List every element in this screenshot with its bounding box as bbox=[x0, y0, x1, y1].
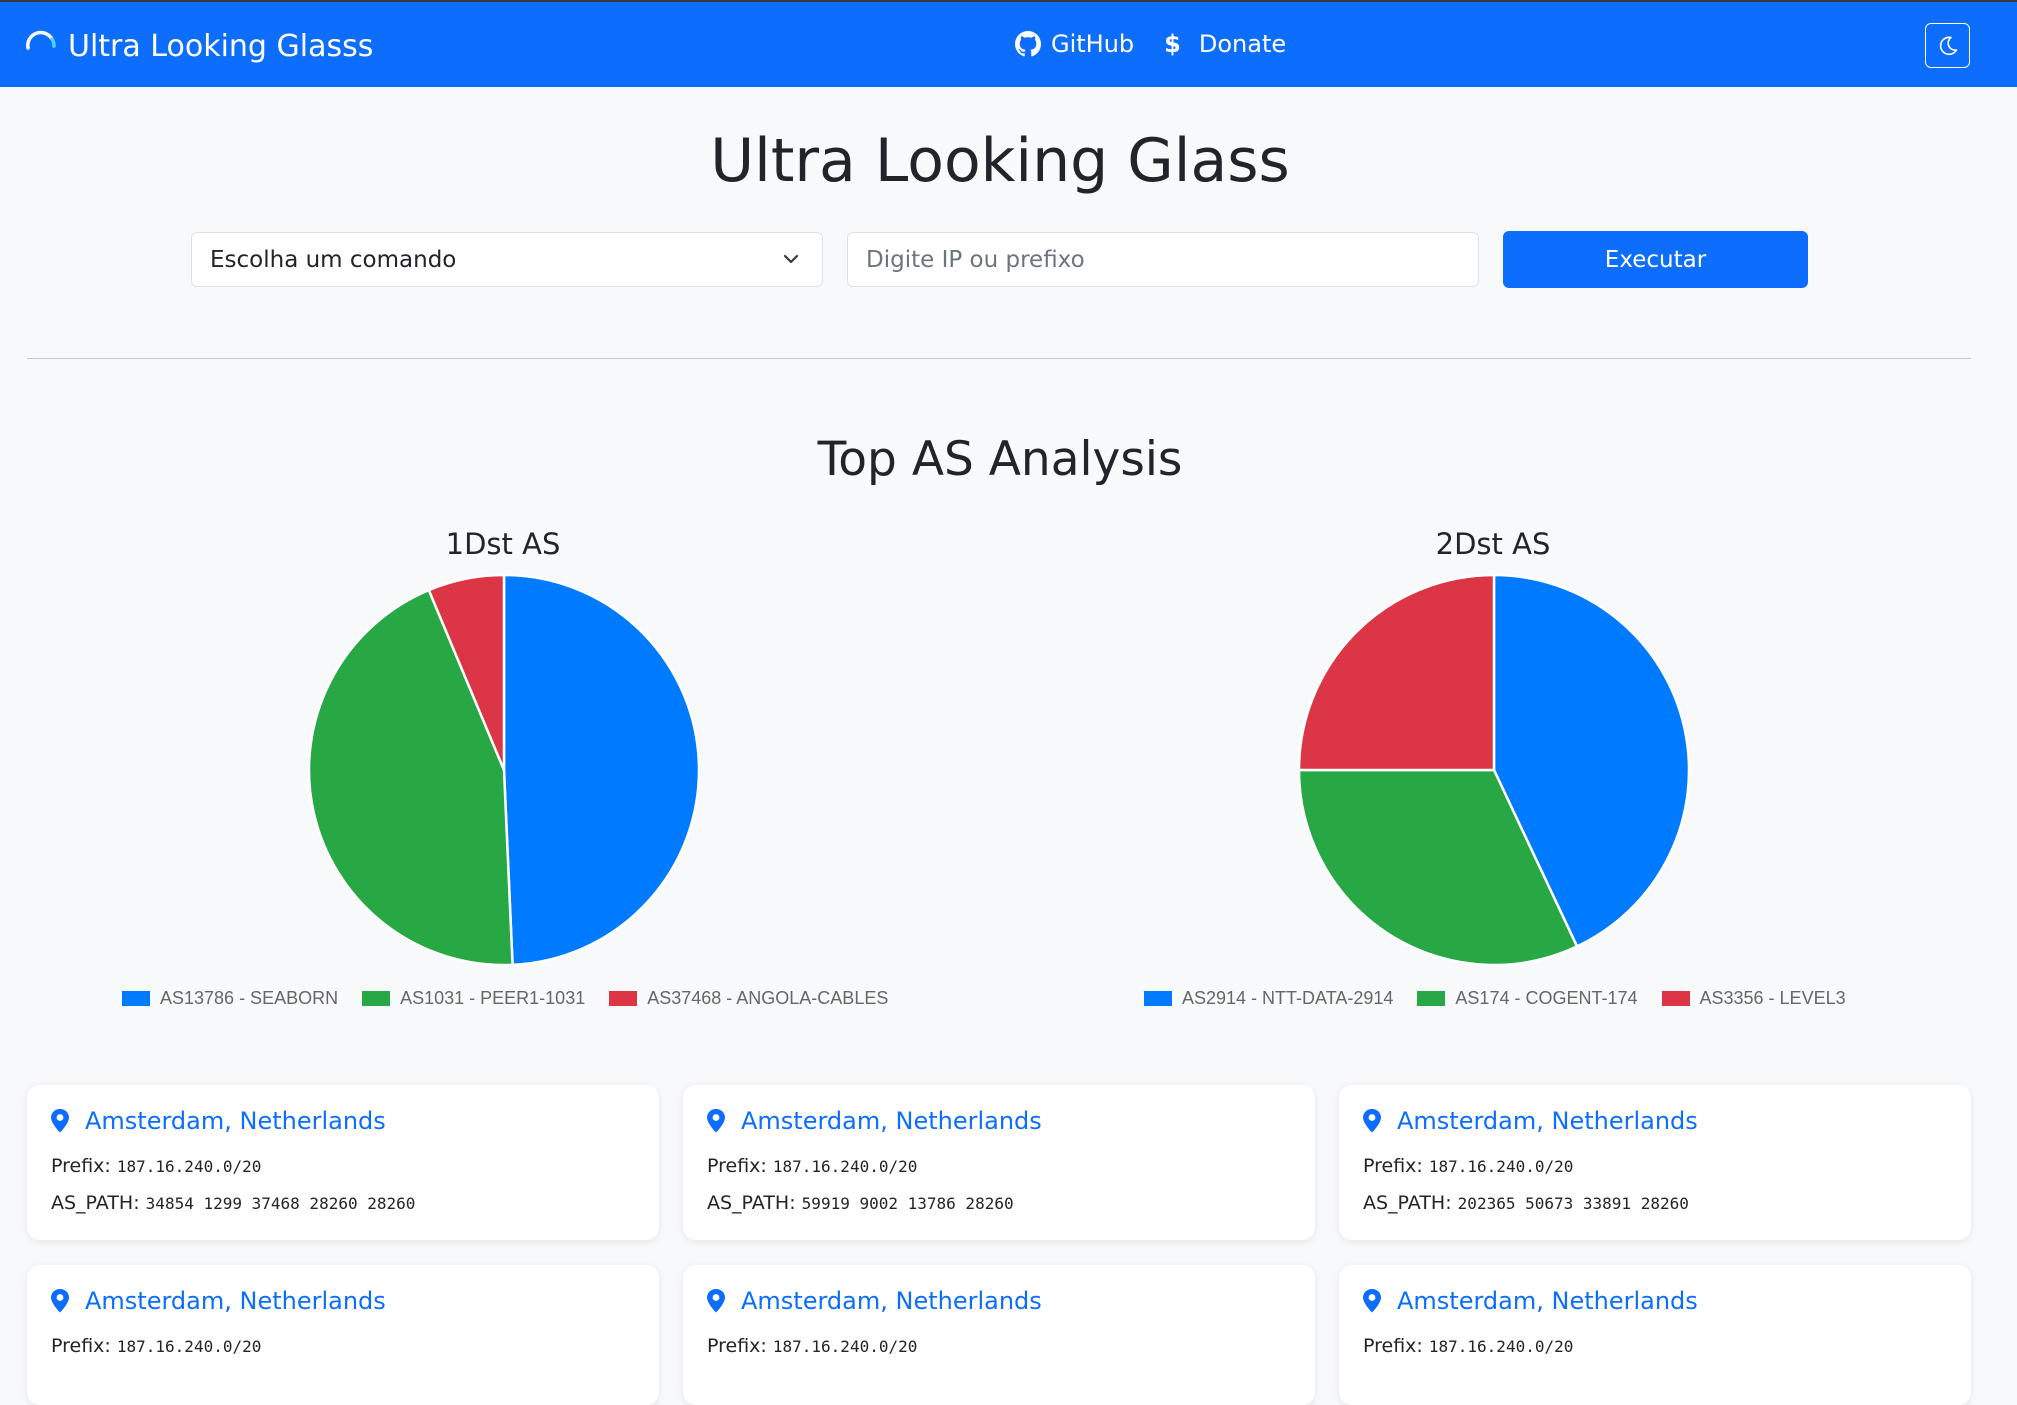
card-header: Amsterdam, Netherlands bbox=[705, 1287, 1042, 1315]
prefix-value: 187.16.240.0/20 bbox=[1428, 1337, 1574, 1356]
card-location[interactable]: Amsterdam, Netherlands bbox=[741, 1107, 1042, 1135]
dollar-icon: $ bbox=[1164, 30, 1181, 58]
github-link[interactable]: GitHub bbox=[1015, 30, 1134, 58]
prefix-value: 187.16.240.0/20 bbox=[772, 1337, 918, 1356]
chart-1-title: 1Dst AS bbox=[445, 527, 561, 561]
card-location[interactable]: Amsterdam, Netherlands bbox=[741, 1287, 1042, 1315]
analysis-title: Top AS Analysis bbox=[817, 432, 1183, 487]
legend-label: AS37468 - ANGOLA-CABLES bbox=[647, 988, 889, 1008]
donate-link-label: Donate bbox=[1198, 30, 1287, 58]
route-card: Amsterdam, Netherlands Prefix: 187.16.24… bbox=[683, 1085, 1315, 1240]
theme-toggle-button[interactable] bbox=[1925, 23, 1970, 68]
pie-slice-as13786[interactable] bbox=[502, 573, 701, 967]
location-pin-icon bbox=[1363, 1109, 1381, 1133]
legend-label: AS3356 - LEVEL3 bbox=[1699, 988, 1846, 1008]
legend-swatch bbox=[609, 991, 638, 1006]
card-prefix: Prefix: 187.16.240.0/20 bbox=[1363, 1335, 1573, 1357]
card-location[interactable]: Amsterdam, Netherlands bbox=[1397, 1107, 1698, 1135]
legend-swatch bbox=[1144, 991, 1172, 1006]
as-path-label: AS_PATH: bbox=[51, 1192, 140, 1214]
location-pin-icon bbox=[1363, 1289, 1381, 1313]
legend-item[interactable]: AS37468 - ANGOLA-CABLES bbox=[609, 988, 888, 1009]
card-header: Amsterdam, Netherlands bbox=[705, 1107, 1042, 1135]
prefix-label: Prefix: bbox=[707, 1155, 767, 1177]
prefix-value: 187.16.240.0/20 bbox=[1428, 1157, 1574, 1176]
spinner-icon bbox=[26, 30, 56, 50]
moon-icon bbox=[1939, 36, 1957, 55]
github-icon bbox=[1015, 31, 1041, 57]
pie-slice-as3356[interactable] bbox=[1297, 573, 1496, 772]
card-as-path: AS_PATH: 34854 1299 37468 28260 28260 bbox=[51, 1192, 415, 1214]
page-title: Ultra Looking Glass bbox=[710, 126, 1290, 196]
card-prefix: Prefix: 187.16.240.0/20 bbox=[707, 1155, 917, 1177]
ip-prefix-input[interactable] bbox=[847, 232, 1479, 287]
chart-1-legend: AS13786 - SEABORN AS1031 - PEER1-1031 AS37… bbox=[122, 988, 912, 1009]
prefix-label: Prefix: bbox=[51, 1155, 111, 1177]
divider bbox=[27, 358, 1971, 359]
route-card: Amsterdam, Netherlands Prefix: 187.16.24… bbox=[1339, 1265, 1971, 1405]
as-path-label: AS_PATH: bbox=[707, 1192, 796, 1214]
card-as-path: AS_PATH: 202365 50673 33891 28260 bbox=[1363, 1192, 1689, 1214]
prefix-label: Prefix: bbox=[1363, 1335, 1423, 1357]
prefix-value: 187.16.240.0/20 bbox=[116, 1157, 262, 1176]
github-link-label: GitHub bbox=[1051, 30, 1135, 58]
as-path-value: 34854 1299 37468 28260 28260 bbox=[145, 1194, 416, 1213]
card-as-path: AS_PATH: 59919 9002 13786 28260 bbox=[707, 1192, 1014, 1214]
card-location[interactable]: Amsterdam, Netherlands bbox=[1397, 1287, 1698, 1315]
legend-item[interactable]: AS174 - COGENT-174 bbox=[1417, 988, 1638, 1009]
legend-item[interactable]: AS13786 - SEABORN bbox=[122, 988, 338, 1009]
card-prefix: Prefix: 187.16.240.0/20 bbox=[51, 1335, 261, 1357]
brand-title: Ultra Looking Glasss bbox=[68, 28, 374, 64]
legend-item[interactable]: AS3356 - LEVEL3 bbox=[1661, 988, 1846, 1009]
prefix-value: 187.16.240.0/20 bbox=[116, 1337, 262, 1356]
command-select-value: Escolha um comando bbox=[210, 246, 457, 273]
legend-swatch bbox=[1417, 991, 1446, 1006]
legend-swatch bbox=[362, 991, 391, 1006]
card-location[interactable]: Amsterdam, Netherlands bbox=[85, 1107, 386, 1135]
card-header: Amsterdam, Netherlands bbox=[1361, 1107, 1698, 1135]
legend-label: AS1031 - PEER1-1031 bbox=[400, 988, 586, 1008]
route-card: Amsterdam, Netherlands Prefix: 187.16.24… bbox=[1339, 1085, 1971, 1240]
card-prefix: Prefix: 187.16.240.0/20 bbox=[1363, 1155, 1573, 1177]
location-pin-icon bbox=[51, 1109, 69, 1133]
legend-swatch bbox=[1661, 991, 1690, 1006]
location-pin-icon bbox=[707, 1109, 725, 1133]
route-card: Amsterdam, Netherlands Prefix: 187.16.24… bbox=[27, 1265, 659, 1405]
legend-label: AS13786 - SEABORN bbox=[160, 988, 339, 1008]
legend-label: AS174 - COGENT-174 bbox=[1455, 988, 1638, 1008]
route-card: Amsterdam, Netherlands Prefix: 187.16.24… bbox=[683, 1265, 1315, 1405]
nav-links: GitHub $ Donate bbox=[1015, 30, 1316, 58]
card-header: Amsterdam, Netherlands bbox=[49, 1287, 386, 1315]
chevron-down-icon bbox=[783, 254, 799, 264]
legend-item[interactable]: AS2914 - NTT-DATA-2914 bbox=[1144, 988, 1393, 1009]
location-pin-icon bbox=[707, 1289, 725, 1313]
chart-2-title: 2Dst AS bbox=[1435, 527, 1551, 561]
prefix-label: Prefix: bbox=[51, 1335, 111, 1357]
prefix-label: Prefix: bbox=[707, 1335, 767, 1357]
brand[interactable]: Ultra Looking Glasss bbox=[24, 26, 373, 66]
card-prefix: Prefix: 187.16.240.0/20 bbox=[51, 1155, 261, 1177]
card-header: Amsterdam, Netherlands bbox=[49, 1107, 386, 1135]
legend-swatch bbox=[122, 991, 150, 1006]
pie-chart-1dst-as bbox=[307, 573, 701, 967]
legend-label: AS2914 - NTT-DATA-2914 bbox=[1182, 988, 1394, 1008]
card-prefix: Prefix: 187.16.240.0/20 bbox=[707, 1335, 917, 1357]
chart-2-legend: AS2914 - NTT-DATA-2914 AS174 - COGENT-174… bbox=[1144, 988, 1870, 1009]
prefix-value: 187.16.240.0/20 bbox=[772, 1157, 918, 1176]
prefix-label: Prefix: bbox=[1363, 1155, 1423, 1177]
command-select[interactable]: Escolha um comando bbox=[191, 232, 823, 287]
execute-button[interactable]: Executar bbox=[1503, 231, 1808, 288]
pie-chart-2dst-as bbox=[1297, 573, 1691, 967]
as-path-label: AS_PATH: bbox=[1363, 1192, 1452, 1214]
route-card: Amsterdam, Netherlands Prefix: 187.16.24… bbox=[27, 1085, 659, 1240]
as-path-value: 59919 9002 13786 28260 bbox=[801, 1194, 1014, 1213]
legend-item[interactable]: AS1031 - PEER1-1031 bbox=[362, 988, 585, 1009]
card-header: Amsterdam, Netherlands bbox=[1361, 1287, 1698, 1315]
card-location[interactable]: Amsterdam, Netherlands bbox=[85, 1287, 386, 1315]
location-pin-icon bbox=[51, 1289, 69, 1313]
as-path-value: 202365 50673 33891 28260 bbox=[1457, 1194, 1689, 1213]
navbar: Ultra Looking Glasss GitHub $ Donate bbox=[0, 0, 2017, 87]
donate-link[interactable]: $ Donate bbox=[1164, 30, 1286, 58]
